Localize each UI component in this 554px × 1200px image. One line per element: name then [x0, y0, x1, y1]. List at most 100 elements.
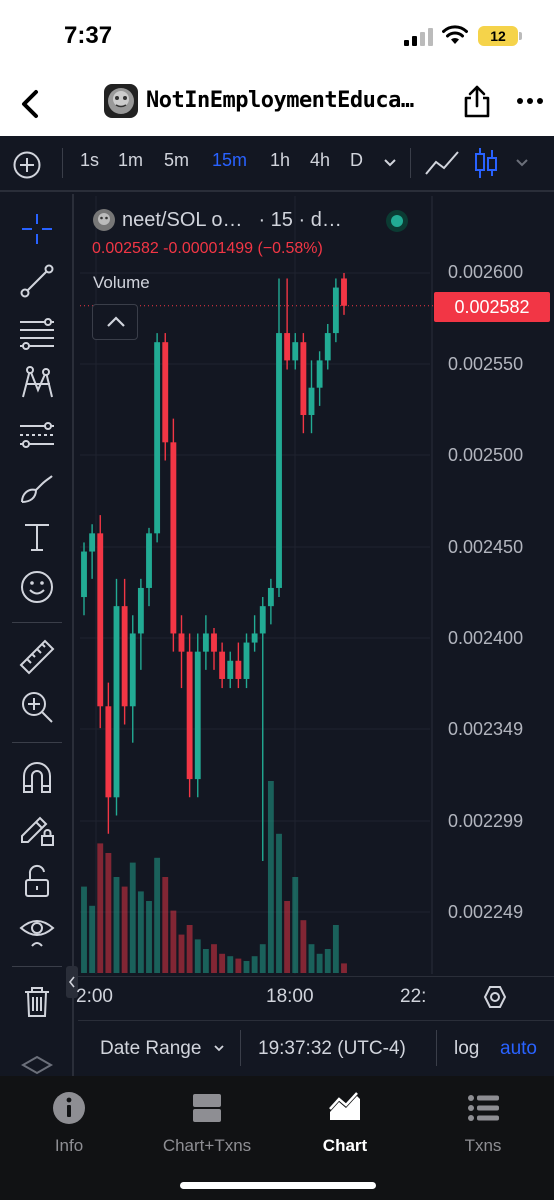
volume-bar: [300, 920, 307, 973]
split-view-icon: [193, 1094, 221, 1122]
price-axis-label: 0.002299: [448, 811, 524, 831]
volume-bar: [276, 833, 282, 973]
candle-body: [105, 706, 112, 798]
tab-label: Info: [54, 1136, 84, 1155]
price-axis-label: 0.002500: [448, 445, 524, 465]
token-small-avatar-icon: [93, 209, 115, 231]
timezone-clock[interactable]: 19:37:32 (UTC-4): [258, 1038, 406, 1060]
area-chart-icon: [329, 1092, 360, 1120]
volume-indicator-label[interactable]: Volume: [93, 273, 150, 293]
legend-interval: · 15 · d…: [258, 208, 342, 231]
time-axis-label: 2:00: [76, 986, 113, 1007]
list-icon: [468, 1095, 499, 1121]
volume-bar: [227, 956, 234, 973]
collapse-legend-button[interactable]: [92, 304, 138, 340]
candle-body: [259, 606, 266, 634]
volume-bar: [308, 944, 315, 973]
price-axis-label: 0.002349: [448, 719, 524, 739]
volume-bar: [292, 877, 299, 973]
candle-body: [243, 642, 250, 679]
chart-legend: neet/SOL o… · 15 · d…: [92, 206, 342, 234]
candle-body: [300, 342, 307, 415]
candle-body: [235, 660, 242, 679]
volume-bar: [316, 953, 323, 973]
candle-body: [162, 342, 169, 443]
candle-body: [81, 551, 87, 598]
legend-ohlc-values: 0.002582 -0.00001499 (−0.58%): [92, 240, 323, 257]
auto-scale-toggle[interactable]: auto: [500, 1038, 537, 1060]
volume-bar: [202, 949, 209, 973]
tab-label: Chart: [322, 1136, 368, 1155]
candle-body: [324, 333, 331, 361]
volume-bar: [89, 905, 96, 973]
date-range-button[interactable]: Date Range: [100, 1038, 201, 1060]
volume-bar: [332, 925, 339, 973]
candle-body: [137, 587, 144, 634]
log-scale-toggle[interactable]: log: [454, 1038, 479, 1060]
volume-bar: [251, 956, 258, 973]
volume-bar: [324, 949, 331, 973]
candle-body: [332, 287, 339, 334]
price-axis-label: 0.002249: [448, 902, 524, 922]
tab-chart-txns[interactable]: Chart+Txns: [142, 1090, 272, 1156]
candle-body: [113, 606, 120, 798]
time-axis-label: 18:00: [266, 986, 314, 1007]
date-range-chevron-down-icon[interactable]: [212, 1042, 226, 1054]
candle-body: [316, 360, 323, 388]
home-indicator: [180, 1182, 376, 1189]
volume-bar: [284, 901, 291, 973]
chart-settings-icon[interactable]: [482, 984, 508, 1010]
volume-bar: [235, 958, 242, 973]
volume-bar: [170, 910, 177, 973]
candle-body: [129, 633, 136, 707]
candle-body: [341, 278, 347, 306]
tab-label: Txns: [464, 1136, 502, 1155]
tab-txns[interactable]: Txns: [418, 1090, 548, 1156]
candle-body: [170, 442, 177, 634]
volume-bar: [267, 781, 274, 973]
candle-body: [219, 651, 226, 679]
volume-bar: [219, 953, 226, 973]
candle-body: [276, 333, 282, 588]
volume-bar: [243, 961, 250, 973]
candle-body: [154, 342, 161, 534]
info-icon: [53, 1092, 85, 1124]
candle-body: [227, 660, 234, 679]
candle-body: [251, 633, 258, 643]
volume-bar: [194, 939, 201, 973]
volume-bar: [146, 901, 152, 973]
volume-bar: [341, 963, 347, 973]
tab-chart[interactable]: Chart: [280, 1090, 410, 1156]
volume-bar: [259, 944, 266, 973]
volume-bar: [137, 891, 144, 973]
volume-bar: [162, 877, 169, 973]
volume-bar: [113, 877, 120, 973]
candle-body: [211, 633, 217, 652]
volume-bar: [81, 886, 87, 973]
volume-bar: [105, 853, 112, 973]
candle-body: [146, 533, 152, 588]
toolbar-divider: [436, 1030, 437, 1066]
tab-info[interactable]: Info: [4, 1090, 134, 1156]
tab-label: Chart+Txns: [162, 1136, 252, 1155]
candle-body: [292, 342, 299, 361]
volume-bar: [129, 862, 136, 973]
candle-body: [186, 651, 193, 780]
volume-bar: [97, 843, 104, 973]
volume-bar: [186, 925, 193, 973]
volume-bar: [154, 857, 161, 973]
legend-symbol[interactable]: neet/SOL o…: [122, 209, 242, 232]
volume-bar: [211, 944, 217, 973]
candle-body: [121, 606, 128, 707]
price-axis-label: 0.002600: [448, 262, 524, 282]
price-axis-label: 0.002400: [448, 628, 524, 648]
time-axis-label: 22:: [400, 986, 427, 1007]
market-status-dot: [386, 210, 408, 232]
candle-body: [202, 633, 209, 652]
volume-bar: [121, 886, 128, 973]
candle-body: [284, 333, 291, 361]
candle-body: [308, 387, 315, 415]
candle-body: [194, 651, 201, 780]
last-price-tag: 0.002582: [434, 292, 550, 322]
candle-body: [178, 633, 185, 652]
